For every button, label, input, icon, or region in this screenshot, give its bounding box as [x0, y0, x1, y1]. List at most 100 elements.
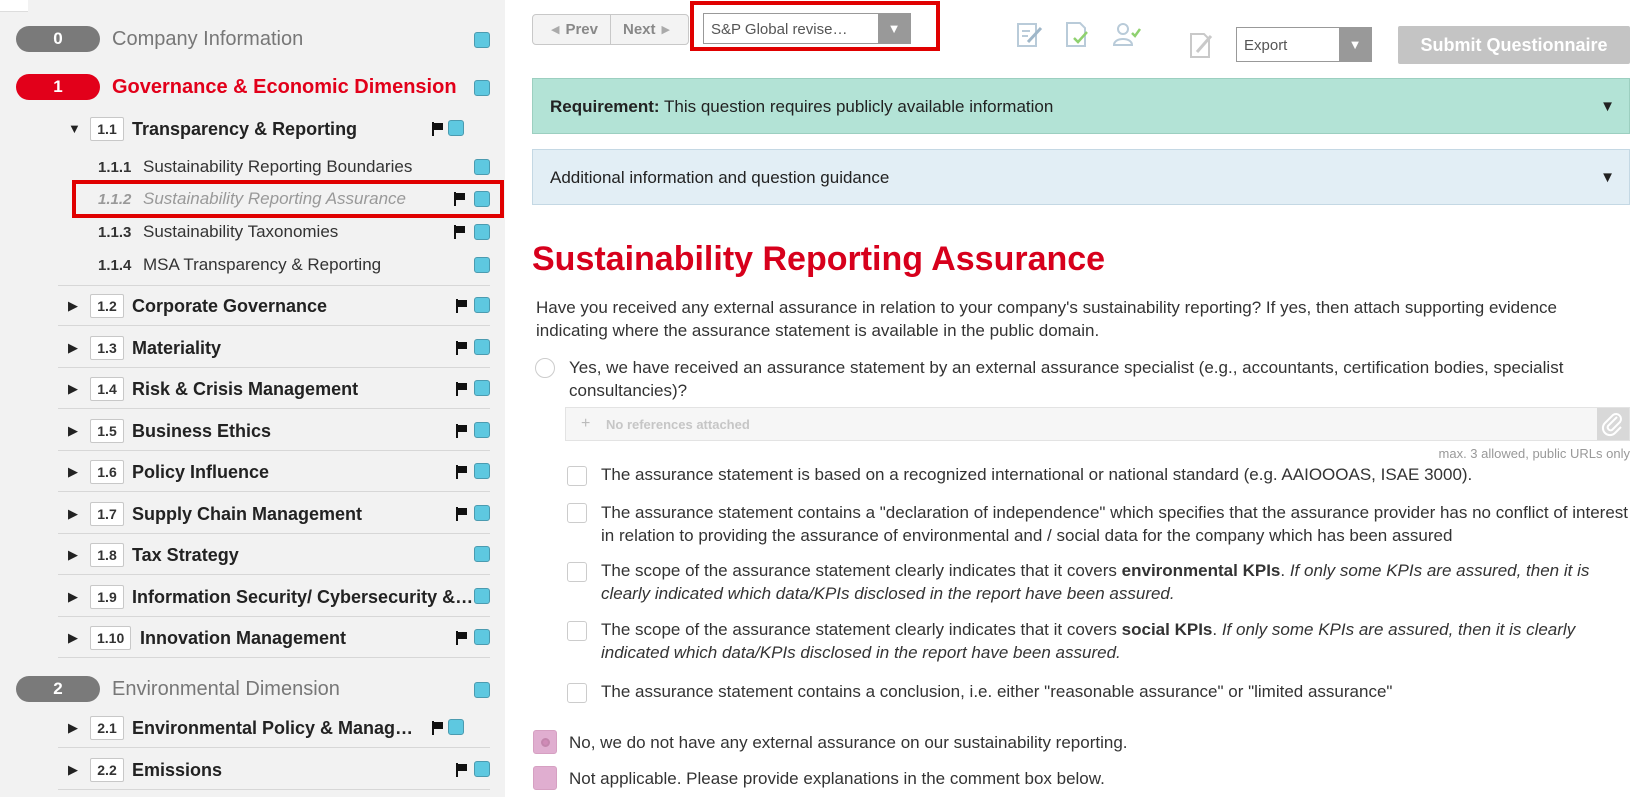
section-title: Policy Influence	[132, 462, 270, 482]
flag-icon	[432, 122, 444, 136]
paperclip-icon[interactable]	[1597, 408, 1629, 440]
section-title: Emissions	[132, 760, 223, 780]
check-text-post: .	[1212, 620, 1222, 639]
subsection-row-1-1-1[interactable]: 1.1.1 Sustainability Reporting Boundarie…	[98, 153, 490, 183]
section-row-1-7[interactable]: ▶ 1.7 Supply Chain Management	[58, 493, 490, 534]
section-title: Innovation Management	[140, 628, 347, 648]
section-row-1-10[interactable]: ▶ 1.10 Innovation Management	[58, 617, 490, 658]
version-select-value: S&P Global revise…	[711, 21, 848, 38]
references-field[interactable]: + No references attached	[565, 407, 1630, 441]
checkbox-conclusion[interactable]	[567, 683, 587, 703]
check-label-independence: The assurance statement contains a "decl…	[601, 503, 1628, 545]
expand-right-icon[interactable]: ▶	[68, 464, 78, 480]
radio-no[interactable]	[533, 730, 557, 754]
dimension-row-governance[interactable]: 1 Governance & Economic Dimension	[0, 66, 505, 106]
section-number: 1.8	[90, 543, 124, 567]
check-text-bold: environmental KPIs	[1121, 561, 1281, 580]
next-button[interactable]: Next ▶	[610, 15, 688, 44]
status-square-icon	[474, 505, 490, 521]
flag-icon	[456, 299, 468, 313]
subsection-row-1-1-4[interactable]: 1.1.4 MSA Transparency & Reporting	[98, 251, 490, 285]
expand-right-icon[interactable]: ▶	[68, 506, 78, 522]
checkbox-environmental-kpis[interactable]	[567, 562, 587, 582]
edit-note-icon[interactable]	[1014, 20, 1044, 50]
section-number: 1.7	[90, 502, 124, 526]
user-check-icon[interactable]	[1112, 20, 1142, 50]
section-number: 1.4	[90, 377, 124, 401]
status-square-icon	[474, 224, 490, 240]
flag-icon	[456, 631, 468, 645]
section-row-1-9[interactable]: ▶ 1.9 Information Security/ Cybersecurit…	[58, 576, 490, 617]
next-label: Next	[623, 21, 656, 38]
status-square-icon	[474, 588, 490, 604]
sidebar-navigation: 0 Company Information 1 Governance & Eco…	[0, 0, 505, 797]
version-select[interactable]: S&P Global revise… ▼	[703, 13, 911, 44]
document-check-icon[interactable]	[1062, 20, 1092, 50]
submit-questionnaire-button[interactable]: Submit Questionnaire	[1398, 26, 1630, 64]
section-row-1-1[interactable]: ▼ 1.1 Transparency & Reporting	[58, 108, 490, 149]
section-number: 1.9	[90, 585, 124, 609]
status-square-icon	[474, 257, 490, 273]
check-label-social-kpis: The scope of the assurance statement cle…	[601, 618, 1631, 664]
requirement-value: This question requires publicly availabl…	[664, 97, 1054, 116]
section-row-1-2[interactable]: ▶ 1.2 Corporate Governance	[58, 285, 490, 326]
dimension-row-environmental[interactable]: 2 Environmental Dimension	[0, 668, 505, 708]
export-select[interactable]: Export ▼	[1236, 27, 1372, 62]
references-hint: max. 3 allowed, public URLs only	[1438, 446, 1630, 461]
expand-right-icon[interactable]: ▶	[68, 381, 78, 397]
expand-right-icon[interactable]: ▶	[68, 720, 78, 736]
section-number: 1.6	[90, 460, 124, 484]
section-row-1-6[interactable]: ▶ 1.6 Policy Influence	[58, 451, 490, 492]
checkbox-standard[interactable]	[567, 466, 587, 486]
edit-document-icon[interactable]	[1186, 30, 1216, 60]
status-square-icon	[474, 32, 490, 48]
guidance-panel[interactable]: Additional information and question guid…	[532, 149, 1630, 205]
status-square-icon	[474, 380, 490, 396]
flag-icon	[456, 507, 468, 521]
expand-right-icon[interactable]: ▶	[68, 423, 78, 439]
option-no-label: No, we do not have any external assuranc…	[569, 733, 1128, 752]
status-square-icon	[474, 422, 490, 438]
radio-yes[interactable]	[535, 358, 555, 378]
requirement-text: Requirement: This question requires publ…	[550, 97, 1053, 117]
section-row-1-8[interactable]: ▶ 1.8 Tax Strategy	[58, 534, 490, 575]
flag-icon	[456, 763, 468, 777]
prev-next-group: ◀ Prev Next ▶	[532, 14, 689, 45]
expand-right-icon[interactable]: ▶	[68, 547, 78, 563]
status-square-icon	[474, 546, 490, 562]
checkbox-social-kpis[interactable]	[567, 621, 587, 641]
expand-right-icon[interactable]: ▶	[68, 630, 78, 646]
checkbox-independence[interactable]	[567, 503, 587, 523]
subsection-number: 1.1.3	[98, 224, 132, 241]
radio-not-applicable[interactable]	[533, 766, 557, 790]
dimension-title: Environmental Dimension	[112, 678, 340, 700]
section-row-2-2[interactable]: ▶ 2.2 Emissions	[58, 749, 490, 790]
expand-right-icon[interactable]: ▶	[68, 340, 78, 356]
status-square-icon	[474, 159, 490, 175]
section-row-1-4[interactable]: ▶ 1.4 Risk & Crisis Management	[58, 368, 490, 409]
section-row-2-1[interactable]: ▶ 2.1 Environmental Policy & Manag…	[58, 707, 490, 748]
flag-icon	[454, 225, 466, 239]
expand-down-icon[interactable]: ▼	[1600, 98, 1615, 115]
requirement-panel[interactable]: Requirement: This question requires publ…	[532, 78, 1630, 134]
section-number: 2.2	[90, 758, 124, 782]
flag-icon	[456, 341, 468, 355]
check-text-bold: social KPIs	[1121, 620, 1213, 639]
section-title: Business Ethics	[132, 421, 272, 441]
section-number: 1.5	[90, 419, 124, 443]
expand-right-icon[interactable]: ▶	[68, 589, 78, 605]
flag-icon	[456, 424, 468, 438]
subsection-row-1-1-3[interactable]: 1.1.3 Sustainability Taxonomies	[98, 218, 490, 248]
prev-button[interactable]: ◀ Prev	[533, 15, 610, 44]
expand-right-icon[interactable]: ▶	[68, 298, 78, 314]
expand-down-icon[interactable]: ▼	[68, 121, 81, 136]
expand-down-icon[interactable]: ▼	[1600, 169, 1615, 186]
status-square-icon	[448, 719, 464, 735]
section-title: Supply Chain Management	[132, 504, 363, 524]
section-row-1-3[interactable]: ▶ 1.3 Materiality	[58, 327, 490, 368]
expand-right-icon[interactable]: ▶	[68, 762, 78, 778]
dimension-row-company-information[interactable]: 0 Company Information	[0, 18, 505, 58]
flag-icon	[456, 465, 468, 479]
section-row-1-5[interactable]: ▶ 1.5 Business Ethics	[58, 410, 490, 451]
status-square-icon	[474, 761, 490, 777]
